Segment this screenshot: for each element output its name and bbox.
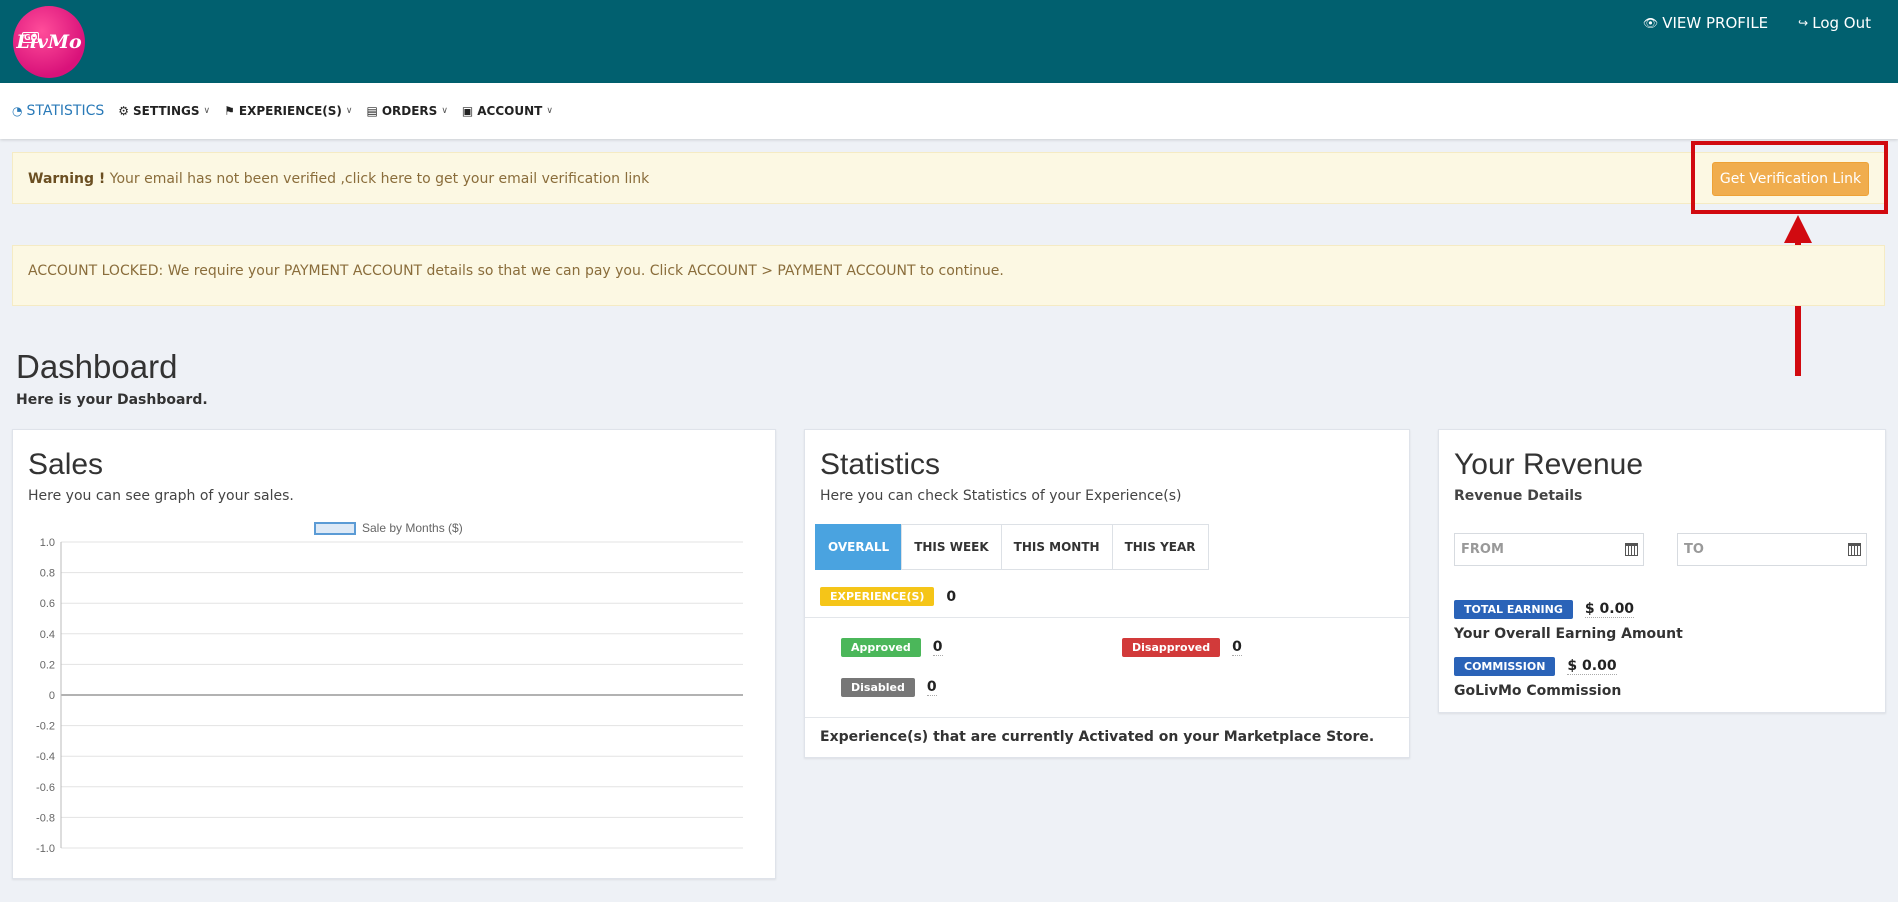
period-tabs: OVERALL THIS WEEK THIS MONTH THIS YEAR	[815, 524, 1209, 570]
view-profile-link[interactable]: 👁︎ VIEW PROFILE	[1643, 14, 1768, 32]
total-earning-caption: Your Overall Earning Amount	[1454, 626, 1683, 642]
disapproved-badge: Disapproved	[1122, 638, 1221, 657]
experiences-count: 0	[946, 588, 957, 605]
tab-overall[interactable]: OVERALL	[815, 524, 903, 570]
tab-this-year[interactable]: THIS YEAR	[1111, 524, 1209, 570]
chart-legend[interactable]: Sale by Months ($)	[314, 521, 463, 535]
logout-icon: ↪	[1798, 16, 1809, 30]
account-locked-text: ACCOUNT LOCKED: We require your PAYMENT …	[28, 263, 1004, 279]
chevron-down-icon: ∨	[345, 106, 353, 116]
y-tick-label: 0.8	[40, 568, 55, 580]
id-card-icon: ▣	[461, 104, 474, 118]
menu-experiences[interactable]: ⚑ EXPERIENCE(S) ∨	[224, 104, 352, 118]
y-tick-label: -0.6	[36, 782, 55, 794]
menu-settings-label: SETTINGS	[133, 104, 200, 118]
menu-account[interactable]: ▣ ACCOUNT ∨	[462, 104, 553, 118]
approved-row: Approved 0	[841, 638, 943, 657]
top-nav: 👁︎ VIEW PROFILE ↪ Log Out	[1643, 14, 1871, 32]
y-tick-label: -0.4	[36, 751, 55, 763]
y-tick-label: -0.8	[36, 812, 55, 824]
calendar-icon[interactable]	[1625, 543, 1638, 556]
sales-chart: 1.0 0.8 0.6 0.4 0.2 0 -0.2 -0.4 -0.6 -0.8 -1.0	[36, 537, 743, 855]
tag-icon: ⚑	[224, 104, 235, 118]
approved-count: 0	[932, 639, 943, 656]
menu-orders[interactable]: ▤ ORDERS ∨	[366, 104, 447, 118]
divider	[805, 617, 1409, 618]
total-earning-row: TOTAL EARNING $ 0.00	[1454, 600, 1635, 619]
eye-icon: 👁︎	[1643, 16, 1659, 30]
menu-experiences-label: EXPERIENCE(S)	[238, 104, 342, 118]
approved-badge: Approved	[841, 638, 921, 657]
statistics-panel: Statistics Here you can check Statistics…	[804, 429, 1410, 758]
total-earning-badge: TOTAL EARNING	[1454, 600, 1573, 619]
sales-title: Sales	[28, 448, 104, 481]
dashboard-icon: ◔	[12, 104, 23, 118]
commission-value: $ 0.00	[1567, 658, 1617, 675]
warning-text: Your email has not been verified ,click …	[105, 171, 650, 187]
statistics-subtitle: Here you can check Statistics of your Ex…	[820, 488, 1182, 504]
commission-caption: GoLivMo Commission	[1454, 683, 1622, 699]
menu-statistics[interactable]: ◔ STATISTICS	[12, 103, 104, 119]
from-date-input[interactable]: FROM	[1454, 533, 1644, 566]
chevron-down-icon: ∨	[546, 106, 553, 116]
sales-subtitle: Here you can see graph of your sales.	[28, 488, 294, 504]
email-warning-alert[interactable]: Warning ! Your email has not been verifi…	[12, 152, 1885, 204]
y-tick-label: 0.2	[40, 659, 55, 671]
main-menu: ◔ STATISTICS ⚙ SETTINGS ∨ ⚑ EXPERIENCE(S…	[0, 83, 1898, 139]
revenue-title: Your Revenue	[1454, 448, 1644, 481]
logout-label: Log Out	[1812, 14, 1871, 32]
menu-orders-label: ORDERS	[381, 104, 438, 118]
brand-logo[interactable]: GO LivMo	[13, 6, 85, 78]
from-placeholder: FROM	[1461, 542, 1504, 557]
calendar-icon[interactable]	[1848, 543, 1861, 556]
chevron-down-icon: ∨	[441, 106, 448, 116]
disapproved-count: 0	[1232, 639, 1242, 656]
revenue-panel: Your Revenue Revenue Details FROM TO TOT…	[1438, 429, 1886, 713]
legend-label: Sale by Months ($)	[362, 521, 463, 535]
statistics-title: Statistics	[820, 448, 941, 481]
divider	[805, 717, 1409, 718]
menu-account-label: ACCOUNT	[477, 104, 543, 118]
revenue-subtitle: Revenue Details	[1454, 488, 1583, 504]
disabled-count: 0	[926, 679, 937, 696]
gear-icon: ⚙	[118, 104, 130, 118]
tab-this-month[interactable]: THIS MONTH	[1000, 524, 1113, 570]
top-bar: GO LivMo 👁︎ VIEW PROFILE ↪ Log Out	[0, 0, 1898, 83]
to-placeholder: TO	[1684, 542, 1704, 557]
page-title: Dashboard	[16, 348, 178, 385]
disabled-badge: Disabled	[841, 678, 915, 697]
experiences-row: EXPERIENCE(S) 0	[820, 587, 956, 606]
logout-link[interactable]: ↪ Log Out	[1798, 14, 1871, 32]
account-locked-alert: ACCOUNT LOCKED: We require your PAYMENT …	[12, 245, 1885, 306]
highlight-box	[1691, 141, 1888, 214]
to-date-input[interactable]: TO	[1677, 533, 1867, 566]
y-tick-label: 0.6	[40, 598, 55, 610]
y-tick-label: -0.2	[36, 721, 55, 733]
total-earning-value: $ 0.00	[1584, 601, 1635, 618]
commission-row: COMMISSION $ 0.00	[1454, 657, 1617, 676]
y-tick-label: 1.0	[40, 537, 55, 549]
warning-strong: Warning !	[28, 171, 106, 187]
disabled-row: Disabled 0	[841, 678, 937, 697]
disapproved-row: Disapproved 0	[1122, 638, 1242, 657]
chevron-down-icon: ∨	[203, 106, 211, 116]
y-tick-label: 0	[49, 690, 55, 702]
experiences-badge: EXPERIENCE(S)	[820, 587, 935, 606]
y-tick-label: 0.4	[40, 629, 55, 641]
view-profile-label: VIEW PROFILE	[1662, 14, 1769, 32]
clipboard-icon: ▤	[366, 104, 378, 118]
tab-this-week[interactable]: THIS WEEK	[901, 524, 1002, 570]
commission-badge: COMMISSION	[1454, 657, 1556, 676]
statistics-footer: Experience(s) that are currently Activat…	[820, 729, 1375, 745]
logo-badge: GO	[22, 32, 40, 43]
sales-panel: Sales Here you can see graph of your sal…	[12, 429, 776, 879]
legend-swatch	[314, 521, 356, 535]
menu-statistics-label: STATISTICS	[26, 103, 105, 119]
y-tick-label: -1.0	[36, 843, 55, 855]
page-subtitle: Here is your Dashboard.	[16, 392, 208, 408]
menu-settings[interactable]: ⚙ SETTINGS ∨	[118, 104, 210, 118]
